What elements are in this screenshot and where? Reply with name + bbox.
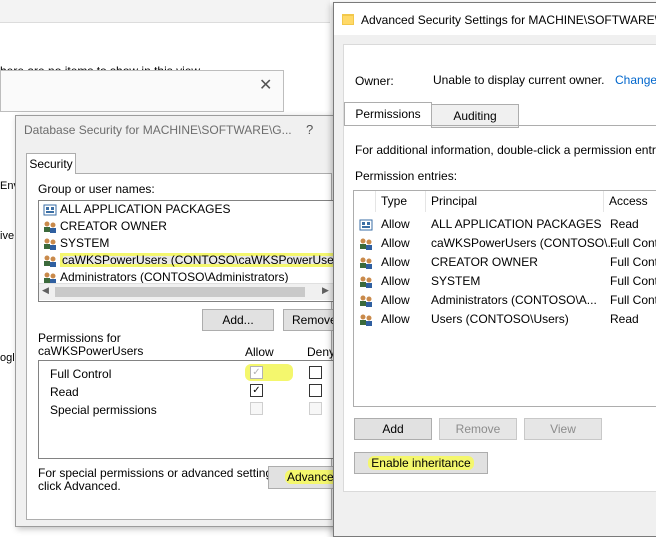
horizontal-scrollbar[interactable]: ◀ ▶ (39, 283, 334, 300)
row-type: Allow (381, 217, 410, 231)
read-deny-checkbox[interactable] (309, 384, 322, 397)
advanced-hint-line2: click Advanced. (38, 479, 121, 493)
list-item[interactable]: SYSTEM (43, 235, 109, 252)
row-principal: Users (CONTOSO\Users) (431, 312, 569, 326)
row-type: Allow (381, 293, 410, 307)
help-icon[interactable]: ? (306, 122, 313, 137)
users-icon (43, 221, 57, 233)
full-control-allow-checkbox[interactable]: ✓ (250, 366, 263, 379)
owner-label: Owner: (355, 74, 394, 88)
view-entry-button: View (524, 418, 602, 440)
read-allow-checkbox[interactable]: ✓ (250, 384, 263, 397)
enable-inheritance-label: Enable inheritance (368, 456, 474, 470)
group-label: Group or user names: (38, 182, 155, 196)
row-type: Allow (381, 312, 410, 326)
column-access[interactable]: Access (604, 191, 656, 212)
properties-dialog: ✕ (0, 70, 284, 112)
permission-label: Full Control (50, 367, 112, 381)
list-item-label: caWKSPowerUsers (CONTOSO\caWKSPowerUsers… (60, 253, 336, 267)
table-row[interactable]: Allow CREATOR OWNER Full Control (354, 253, 656, 272)
window-title: Advanced Security Settings for MACHINE\S… (361, 13, 656, 27)
tab-divider (344, 125, 656, 126)
owner-value: Unable to display current owner. (433, 73, 605, 87)
permissions-user-label: caWKSPowerUsers (38, 344, 144, 358)
folder-icon (342, 13, 354, 29)
advanced-hint-line1: For special permissions or advanced sett… (38, 466, 282, 480)
add-button[interactable]: Add... (202, 309, 274, 331)
full-control-deny-checkbox[interactable] (309, 366, 322, 379)
row-access: Full Control (610, 293, 656, 307)
permissions-for-label: Permissions for (38, 331, 121, 345)
table-row[interactable]: Allow SYSTEM Full Control (354, 272, 656, 291)
allow-header: Allow (245, 345, 274, 359)
list-item[interactable]: CREATOR OWNER (43, 218, 167, 235)
dialog-title: Database Security for MACHINE\SOFTWARE\G… (24, 123, 292, 137)
list-item-label: SYSTEM (60, 236, 110, 250)
scroll-right-icon[interactable]: ▶ (322, 285, 329, 296)
close-icon[interactable]: ✕ (259, 75, 272, 95)
row-principal: caWKSPowerUsers (CONTOSO\... (431, 236, 618, 250)
users-icon (43, 255, 57, 267)
special-deny-checkbox (309, 402, 322, 415)
list-item[interactable]: ALL APPLICATION PACKAGES (43, 201, 231, 218)
list-item-label: ALL APPLICATION PACKAGES (60, 202, 231, 216)
table-row[interactable]: Allow Administrators (CONTOSO\A... Full … (354, 291, 656, 310)
window-titlebar: Advanced Security Settings for MACHINE\S… (334, 3, 656, 35)
list-item-selected[interactable]: caWKSPowerUsers (CONTOSO\caWKSPowerUsers… (43, 252, 336, 269)
row-principal: ALL APPLICATION PACKAGES (431, 217, 602, 231)
remove-entry-button: Remove (439, 418, 517, 440)
row-access: Full Control (610, 255, 656, 269)
row-access: Full Control (610, 274, 656, 288)
side-fragment-2: ive (0, 230, 15, 242)
row-type: Allow (381, 236, 410, 250)
entries-label: Permission entries: (355, 169, 458, 183)
table-row[interactable]: Allow ALL APPLICATION PACKAGES Read (354, 215, 656, 234)
permission-label: Special permissions (50, 403, 157, 417)
row-access: Full Control (610, 236, 656, 250)
scroll-left-icon[interactable]: ◀ (42, 285, 49, 296)
permission-label: Read (50, 385, 79, 399)
tab-security[interactable]: Security (26, 153, 76, 174)
row-principal: Administrators (CONTOSO\A... (431, 293, 597, 307)
background-topbar (0, 0, 330, 23)
info-text: For additional information, double-click… (355, 143, 656, 157)
add-entry-button[interactable]: Add (354, 418, 432, 440)
deny-header: Deny (307, 345, 336, 359)
row-access: Read (610, 312, 639, 326)
users-icon (43, 238, 57, 250)
table-row[interactable]: Allow Users (CONTOSO\Users) Read (354, 310, 656, 329)
column-icon (354, 191, 376, 212)
permission-entries-grid[interactable]: Type Principal Access Allow ALL APPLICAT… (353, 190, 656, 407)
column-type[interactable]: Type (376, 191, 426, 212)
row-principal: CREATOR OWNER (431, 255, 538, 269)
column-principal[interactable]: Principal (426, 191, 604, 212)
row-access: Read (610, 217, 639, 231)
permissions-table: Full Control ✓ Read ✓ Special permission… (38, 360, 337, 459)
tab-permissions[interactable]: Permissions (344, 102, 432, 125)
list-item-label: CREATOR OWNER (60, 219, 167, 233)
users-icon (359, 313, 373, 332)
database-security-dialog: Database Security for MACHINE\SOFTWARE\G… (15, 115, 366, 527)
row-principal: SYSTEM (431, 274, 481, 288)
table-row[interactable]: Allow caWKSPowerUsers (CONTOSO\... Full … (354, 234, 656, 253)
scroll-thumb[interactable] (55, 287, 305, 297)
special-allow-checkbox (250, 402, 263, 415)
enable-inheritance-button[interactable]: Enable inheritance (354, 452, 488, 474)
change-owner-link[interactable]: Change (615, 73, 656, 87)
list-item-label: Administrators (CONTOSO\Administrators) (60, 270, 289, 284)
row-type: Allow (381, 255, 410, 269)
row-type: Allow (381, 274, 410, 288)
packages-icon (43, 204, 57, 216)
